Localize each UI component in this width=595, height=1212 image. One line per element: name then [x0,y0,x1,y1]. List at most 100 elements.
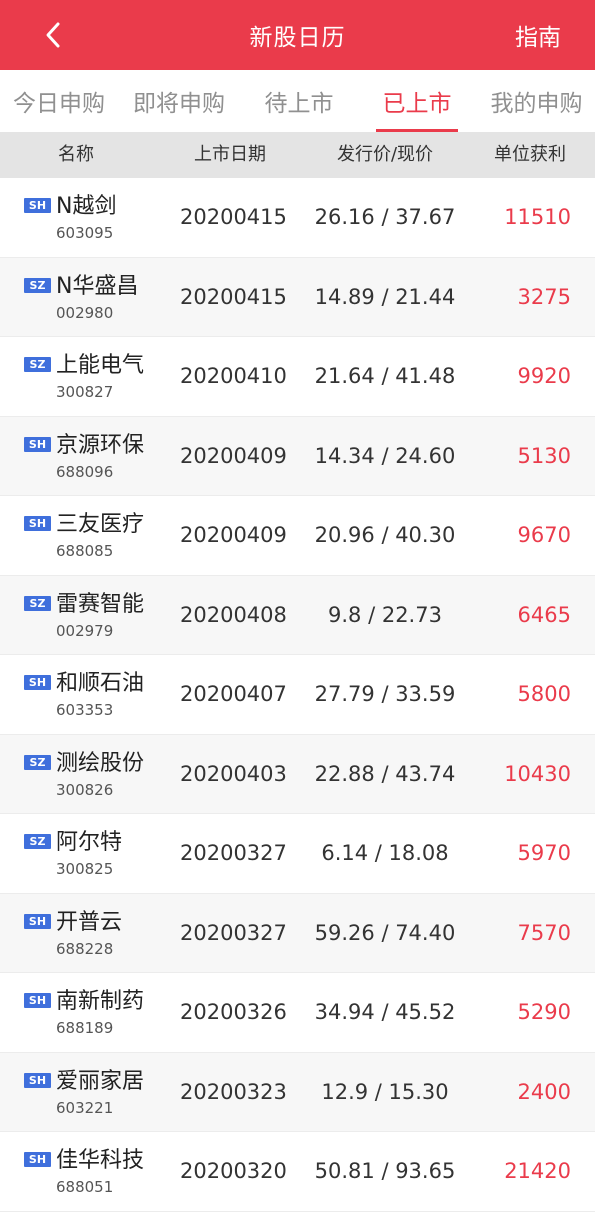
issue-current-price: 22.88 / 43.74 [314,761,456,786]
stock-row[interactable]: SH N越剑 603095 20200415 26.16 / 37.67 11510 [0,178,595,258]
unit-profit: 5290 [517,1000,571,1024]
stock-name: 和顺石油 [56,671,145,696]
market-badge: SH [24,913,51,929]
stock-name: 京源环保 [56,432,145,458]
listing-date: 20200323 [180,1079,287,1104]
tab-label: 已上市 [382,91,452,117]
market-badge: SH [24,436,51,452]
market-badge: SZ [24,595,51,611]
stock-code: 300825 [56,860,114,878]
issue-current-price: 6.14 / 18.08 [321,841,449,865]
market-badge: SH [24,198,51,213]
stock-row[interactable]: SZ 阿尔特 300825 20200327 6.14 / 18.08 5970 [0,814,595,894]
issue-current-price: 12.9 / 15.30 [321,1079,449,1104]
market-badge: SZ [24,754,51,770]
stock-row[interactable]: SH 京源环保 688096 20200409 14.34 / 24.60 5130 [0,416,595,496]
stock-row[interactable]: SZ N华盛昌 002980 20200415 14.89 / 21.44 3275 [0,257,595,337]
unit-profit: 3275 [517,284,571,309]
issue-current-price: 50.81 / 93.65 [314,1159,456,1183]
issue-current-price: 27.79 / 33.59 [314,682,456,706]
issue-current-price: 14.34 / 24.60 [314,443,456,468]
stock-row[interactable]: SZ 上能电气 300827 20200410 21.64 / 41.48 9920 [0,337,595,417]
tab-my-subscriptions[interactable]: 我的申购 [478,70,595,132]
tab-pending-listing[interactable]: 待上市 [240,70,358,132]
listing-date: 20200415 [180,284,287,309]
stock-row[interactable]: SZ 雷赛智能 002979 20200408 9.8 / 22.73 6465 [0,575,595,655]
tab-label: 待上市 [264,91,334,117]
stock-code: 002980 [56,303,114,322]
unit-profit: 5970 [517,841,571,865]
unit-profit: 9670 [517,523,571,547]
stock-code: 300826 [56,780,114,799]
unit-profit: 5800 [517,682,571,706]
stock-code: 603095 [56,224,114,242]
market-badge: SZ [24,357,51,372]
listing-date: 20200410 [180,364,287,388]
stock-row[interactable]: SZ 测绘股份 300826 20200403 22.88 / 43.74 10430 [0,734,595,814]
unit-profit: 21420 [504,1159,571,1183]
stock-code: 603221 [56,1098,114,1117]
issue-current-price: 14.89 / 21.44 [314,284,456,309]
issue-current-price: 20.96 / 40.30 [314,523,456,547]
issue-current-price: 26.16 / 37.67 [314,205,456,229]
stock-name: 三友医疗 [56,512,145,537]
stock-row[interactable]: SH 三友医疗 688085 20200409 20.96 / 40.30 9670 [0,496,595,576]
stock-row[interactable]: SH 开普云 688228 20200327 59.26 / 74.40 7570 [0,893,595,973]
market-badge: SZ [24,834,51,849]
market-badge: SH [24,675,51,690]
unit-profit: 6465 [517,602,571,627]
tab-bar: 今日申购 即将申购 待上市 已上市 我的申购 [0,70,595,132]
stock-name: 阿尔特 [56,830,123,855]
stock-name: 上能电气 [56,353,145,378]
stock-name: 雷赛智能 [56,591,145,617]
chevron-left-icon [46,22,60,48]
unit-profit: 11510 [504,205,571,229]
listing-date: 20200407 [180,682,287,706]
listing-date: 20200320 [180,1159,287,1183]
stock-row[interactable]: SH 和顺石油 603353 20200407 27.79 / 33.59 5800 [0,655,595,735]
stock-name: 测绘股份 [56,750,145,776]
issue-current-price: 59.26 / 74.40 [314,920,456,945]
column-profit: 单位获利 [494,144,566,165]
tab-label: 即将申购 [133,91,225,117]
tab-label: 我的申购 [490,91,583,117]
unit-profit: 9920 [517,364,571,388]
stock-code: 603353 [56,701,114,719]
unit-profit: 7570 [517,920,571,945]
tab-label: 今日申购 [13,91,105,117]
unit-profit: 2400 [517,1079,571,1104]
unit-profit: 5130 [517,443,571,468]
market-badge: SH [24,1072,51,1088]
listing-date: 20200408 [180,602,287,627]
market-badge: SH [24,1152,51,1167]
column-header: 名称 上市日期 发行价/现价 单位获利 [0,132,595,178]
stock-row[interactable]: SH 南新制药 688189 20200326 34.94 / 45.52 5290 [0,973,595,1053]
listing-date: 20200403 [180,761,287,786]
market-badge: SZ [24,277,51,293]
stock-row[interactable]: SH 爱丽家居 603221 20200323 12.9 / 15.30 2400 [0,1052,595,1132]
tab-upcoming-subscribe[interactable]: 即将申购 [120,70,238,132]
market-badge: SH [24,993,51,1008]
listing-date: 20200409 [180,443,287,468]
column-price: 发行价/现价 [336,144,434,165]
issue-current-price: 34.94 / 45.52 [314,1000,456,1024]
listing-date: 20200327 [180,920,287,945]
listing-date: 20200327 [180,841,287,865]
market-badge: SH [24,516,51,531]
tab-today-subscribe[interactable]: 今日申购 [0,70,118,132]
tab-listed[interactable]: 已上市 [376,70,458,132]
listing-date: 20200409 [180,523,287,547]
stock-code: 688051 [56,1178,114,1196]
top-bar: 新股日历 指南 [0,0,595,70]
stock-code: 300827 [56,383,114,401]
stock-name: 开普云 [56,909,123,935]
issue-current-price: 9.8 / 22.73 [328,602,442,627]
back-button[interactable] [30,12,76,58]
column-name: 名称 [58,144,94,165]
listing-date: 20200326 [180,1000,287,1024]
column-listing-date: 上市日期 [194,144,266,165]
guide-button[interactable]: 指南 [515,0,561,70]
page-title: 新股日历 [249,25,346,51]
stock-code: 688085 [56,542,114,560]
unit-profit: 10430 [504,761,571,786]
